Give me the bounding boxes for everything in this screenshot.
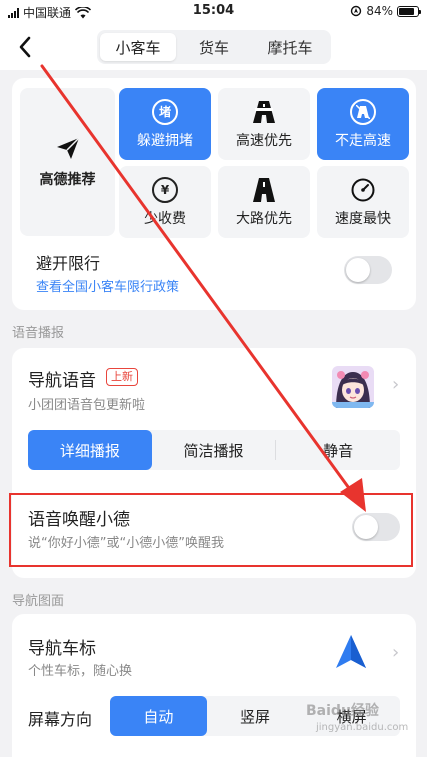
route-option-label: 少收费	[144, 210, 186, 227]
nav-voice-title: 导航语音	[28, 371, 96, 391]
nav-display-card: 导航车标 个性车标，随心换 › 屏幕方向 自动 竖屏 横屏	[12, 614, 416, 757]
yen-icon: ¥	[152, 176, 178, 203]
vehicle-type-tabs: 小客车 货车 摩托车	[97, 30, 331, 64]
orientation-label: 屏幕方向	[28, 710, 93, 729]
route-option-label: 躲避拥堵	[137, 132, 193, 149]
route-option-label: 高速优先	[236, 132, 292, 149]
nav-voice-subtitle: 小团团语音包更新啦	[28, 398, 146, 413]
highway-icon	[253, 100, 275, 123]
route-option-recommend[interactable]: 高德推荐	[20, 88, 115, 236]
route-option-avoid-congestion[interactable]: 堵 躲避拥堵	[119, 88, 211, 160]
main-road-icon	[253, 177, 275, 202]
tab-car[interactable]: 小客车	[100, 33, 176, 61]
route-option-main-road[interactable]: 大路优先	[218, 166, 310, 238]
avoid-restriction-toggle[interactable]	[344, 256, 392, 284]
car-icon-row[interactable]: 导航车标 个性车标，随心换 ›	[12, 614, 416, 686]
tab-motorcycle[interactable]: 摩托车	[252, 33, 328, 61]
route-option-fastest[interactable]: 速度最快	[317, 166, 409, 238]
route-option-label: 速度最快	[335, 210, 391, 227]
chevron-right-icon: ›	[392, 642, 400, 663]
mode-detailed[interactable]: 详细播报	[28, 430, 152, 470]
route-option-label: 不走高速	[335, 132, 391, 149]
watermark-url: jingyan.baidu.com	[316, 722, 409, 733]
battery-icon	[397, 5, 421, 17]
car-icon-title: 导航车标	[28, 639, 96, 659]
highlight-annotation-box	[9, 493, 413, 567]
voice-section-label: 语音播报	[12, 326, 65, 341]
chevron-left-icon	[19, 36, 31, 58]
mode-mute[interactable]: 静音	[276, 430, 400, 470]
new-badge: 上新	[106, 368, 138, 386]
battery-percent: 84%	[366, 4, 393, 18]
orientation-portrait[interactable]: 竖屏	[207, 696, 304, 736]
restriction-policy-link[interactable]: 查看全国小客车限行政策	[36, 276, 179, 295]
route-option-label: 高德推荐	[39, 172, 96, 188]
watermark-logo: Baidu经验	[306, 703, 379, 719]
route-option-less-toll[interactable]: ¥ 少收费	[119, 166, 211, 238]
car-icon-subtitle: 个性车标，随心换	[28, 664, 133, 679]
orientation-auto[interactable]: 自动	[110, 696, 207, 736]
no-highway-icon	[350, 98, 376, 125]
tab-truck[interactable]: 货车	[176, 33, 252, 61]
route-option-highway-first[interactable]: 高速优先	[218, 88, 310, 160]
toggle-knob	[346, 258, 370, 282]
route-option-no-highway[interactable]: 不走高速	[317, 88, 409, 160]
chevron-right-icon: ›	[392, 374, 400, 395]
location-lock-icon	[351, 5, 362, 17]
nav-display-section-label: 导航图面	[12, 594, 65, 609]
route-option-label: 大路优先	[236, 210, 292, 227]
congestion-avoid-icon: 堵	[152, 98, 178, 125]
voice-pack-avatar	[332, 366, 374, 408]
nav-bar: 小客车 货车 摩托车	[0, 24, 427, 70]
status-bar: 中国联通 15:04 84%	[0, 0, 427, 24]
route-preference-card: 高德推荐 堵 躲避拥堵 高速优先 不走高速 ¥ 少收费 大路优先 速度最快 避开…	[12, 78, 416, 310]
back-button[interactable]	[10, 32, 40, 62]
paper-plane-icon	[56, 137, 80, 159]
nav-voice-row[interactable]: 导航语音 上新 小团团语音包更新啦 ›	[12, 348, 416, 420]
avoid-restriction-title: 避开限行	[36, 254, 101, 273]
mode-concise[interactable]: 简洁播报	[152, 430, 276, 470]
broadcast-mode-selector: 详细播报 简洁播报 静音	[28, 430, 400, 470]
nav-arrow-icon	[336, 635, 366, 668]
speedometer-icon	[351, 178, 375, 201]
